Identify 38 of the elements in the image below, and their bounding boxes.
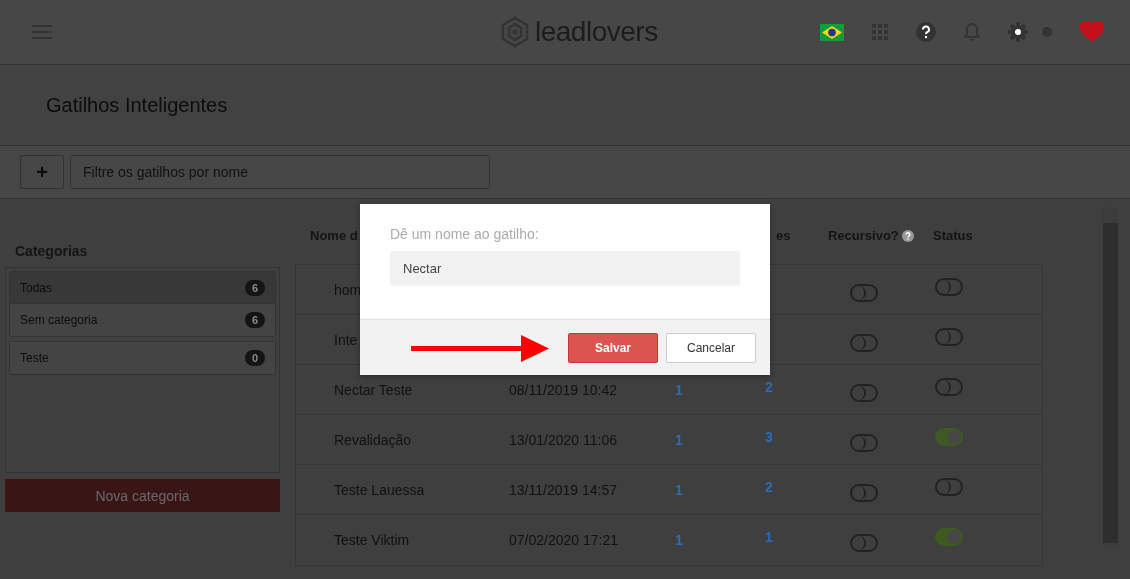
- count-link[interactable]: 1: [675, 532, 683, 548]
- count-badge: 6: [245, 312, 265, 328]
- add-button[interactable]: +: [20, 155, 64, 189]
- count-badge: 6: [245, 279, 265, 296]
- field-label: Dê um nome ao gatilho:: [390, 226, 540, 242]
- count-link[interactable]: 1: [765, 529, 773, 545]
- save-button[interactable]: Salvar: [568, 332, 658, 363]
- toggle-switch[interactable]: [935, 277, 963, 296]
- toggle-switch[interactable]: [935, 427, 963, 446]
- toggle-switch[interactable]: [850, 333, 878, 352]
- count-link[interactable]: 1: [675, 431, 683, 448]
- toggle-switch[interactable]: [850, 383, 878, 402]
- heart-icon[interactable]: [1080, 21, 1104, 43]
- help-icon[interactable]: [916, 22, 936, 42]
- help-icon[interactable]: [901, 229, 914, 242]
- category-label: Teste: [20, 351, 49, 365]
- toggle-switch[interactable]: [935, 327, 963, 346]
- category-item[interactable]: Teste 0: [10, 342, 275, 374]
- toggle-switch[interactable]: [850, 433, 878, 452]
- flag-icon[interactable]: [820, 23, 844, 41]
- count-badge: 0: [245, 350, 265, 366]
- count-link[interactable]: 1: [675, 481, 683, 498]
- settings-icon[interactable]: [1008, 22, 1028, 42]
- new-category-button[interactable]: Nova categoria: [5, 479, 280, 512]
- toggle-switch[interactable]: [850, 283, 878, 302]
- count-link[interactable]: 3: [765, 428, 773, 445]
- cancel-button[interactable]: Cancelar: [666, 332, 756, 363]
- toggle-switch[interactable]: [935, 377, 963, 396]
- count-link[interactable]: 2: [765, 478, 773, 495]
- arrow-icon: [411, 332, 549, 363]
- category-label: Sem categoria: [20, 313, 98, 327]
- toggle-switch[interactable]: [935, 477, 963, 496]
- toggle-switch[interactable]: [935, 528, 963, 546]
- count-link[interactable]: 1: [675, 381, 683, 398]
- toggle-switch[interactable]: [850, 534, 878, 552]
- name-input-field[interactable]: Nectar: [390, 251, 740, 286]
- count-link[interactable]: 2: [765, 378, 773, 395]
- toggle-switch[interactable]: [850, 483, 878, 502]
